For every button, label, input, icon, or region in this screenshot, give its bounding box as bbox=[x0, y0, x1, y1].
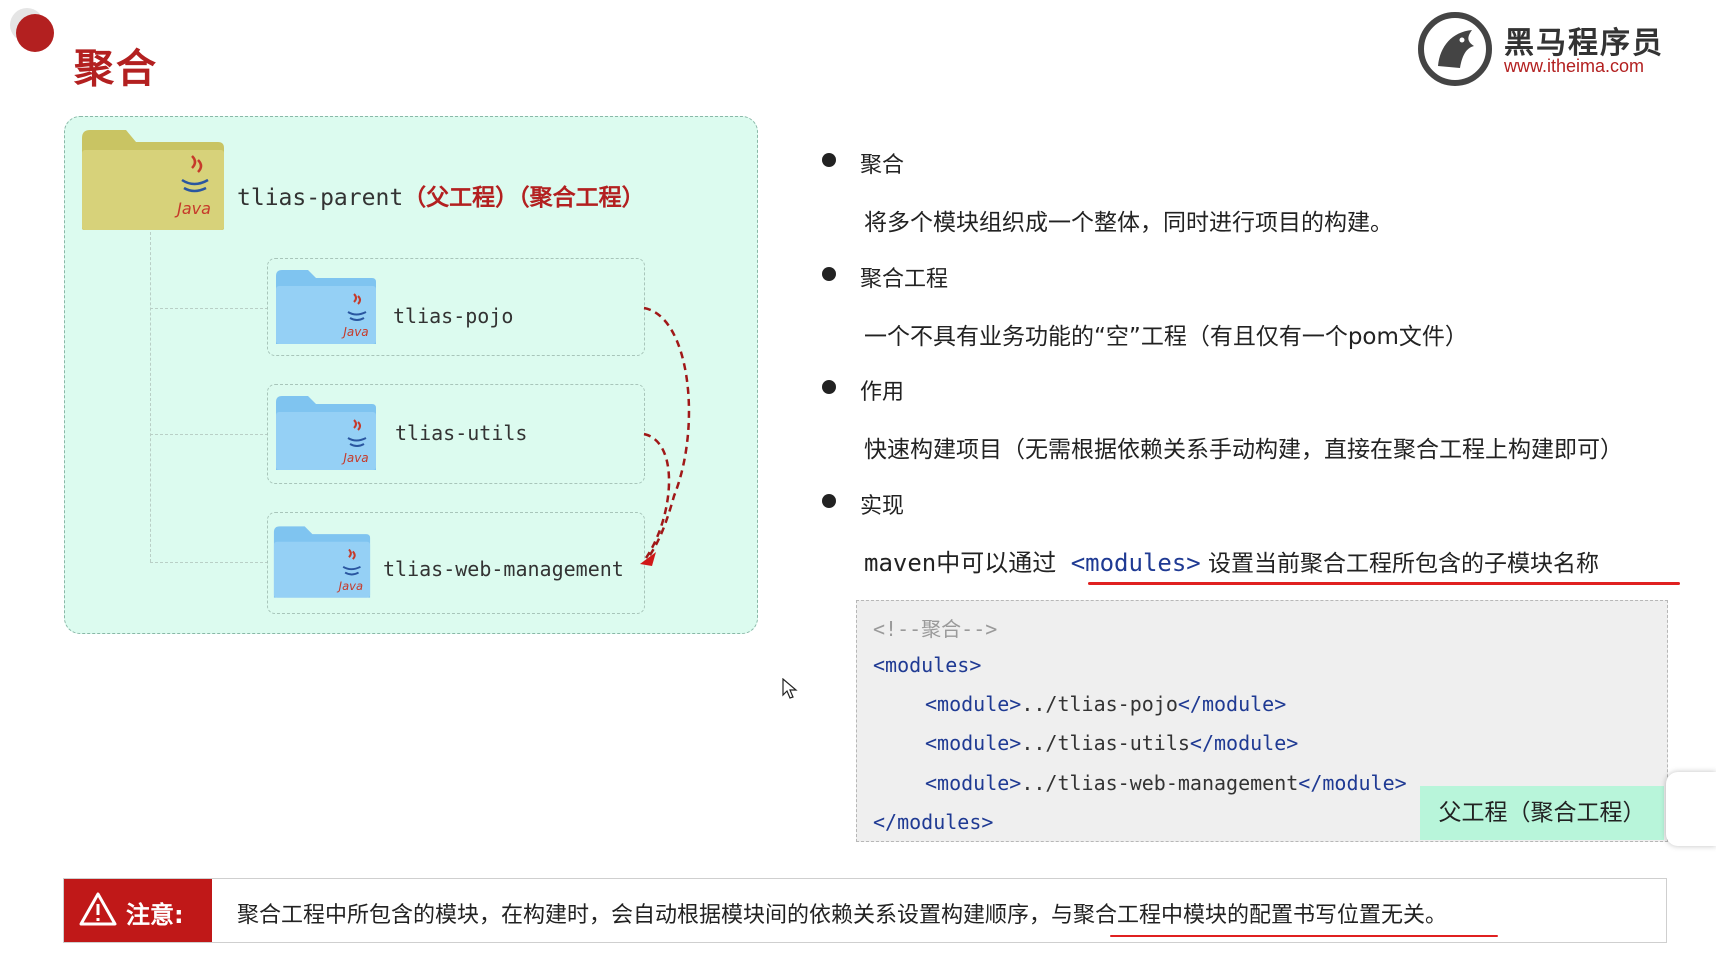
tree-branch-line bbox=[150, 562, 268, 563]
bullet-dot bbox=[822, 267, 836, 281]
bullet-body-implementation: maven中可以通过 <modules> 设置当前聚合工程所包含的子模块名称 bbox=[864, 543, 1599, 578]
horse-logo-icon bbox=[1418, 12, 1492, 86]
tree-branch-line bbox=[150, 308, 268, 309]
child-module-name: tlias-utils bbox=[395, 421, 528, 445]
bullet-dot bbox=[822, 153, 836, 167]
code-module-line: <module>../tlias-pojo</module> bbox=[925, 692, 1287, 716]
code-modules-open: <modules> bbox=[873, 653, 982, 677]
note-text: 聚合工程中所包含的模块，在构建时，会自动根据模块间的依赖关系设置构建顺序，与聚合… bbox=[237, 903, 1448, 928]
code-comment: <!--聚合--> bbox=[873, 617, 998, 641]
mouse-cursor-icon bbox=[782, 678, 798, 699]
child-folder-icon: Java bbox=[276, 396, 376, 470]
bullet-dot bbox=[822, 494, 836, 508]
child-folder-badge: Java bbox=[341, 451, 368, 465]
parent-project-overlay: 父工程（聚合工程） bbox=[1420, 786, 1664, 840]
maven-prefix: maven中可以通过 bbox=[864, 549, 1071, 577]
page-title: 聚合 bbox=[74, 46, 158, 92]
note-badge: 注意: bbox=[64, 879, 212, 942]
emphasis-underline bbox=[1088, 582, 1680, 585]
parent-module-label: tlias-parent（父工程）（聚合工程） bbox=[237, 178, 645, 212]
code-modules-close: </modules> bbox=[873, 810, 994, 834]
brand-logo: 黑马程序员 www.itheima.com bbox=[1418, 12, 1698, 86]
bullet-body: 将多个模块组织成一个整体，同时进行项目的构建。 bbox=[864, 210, 1393, 236]
note-underline bbox=[1110, 935, 1498, 937]
parent-folder-badge: Java bbox=[174, 199, 211, 218]
bullet-head: 作用 bbox=[860, 380, 905, 405]
parent-module-tag: （父工程）（聚合工程） bbox=[403, 185, 645, 211]
parent-module-name: tlias-parent bbox=[237, 185, 404, 211]
code-module-line: <module>../tlias-web-management</module> bbox=[925, 771, 1407, 795]
child-folder-badge: Java bbox=[337, 579, 363, 593]
child-folder-icon: Java bbox=[273, 526, 371, 598]
bullet-body: 快速构建项目（无需根据依赖关系手动构建，直接在聚合工程上构建即可） bbox=[864, 437, 1623, 463]
bullet-head: 实现 bbox=[860, 494, 905, 519]
child-folder-badge: Java bbox=[341, 325, 368, 339]
bullet-head: 聚合 bbox=[860, 153, 905, 178]
note-label: 注意: bbox=[126, 901, 184, 929]
child-module-name: tlias-web-management bbox=[383, 557, 624, 581]
modules-tag: <modules> bbox=[1070, 549, 1201, 577]
side-panel-tab[interactable] bbox=[1666, 772, 1716, 846]
warning-icon bbox=[79, 892, 117, 926]
dependency-arrows bbox=[640, 306, 691, 566]
bullet-dot bbox=[822, 380, 836, 394]
bullet-head: 聚合工程 bbox=[860, 267, 949, 292]
tree-trunk-line bbox=[150, 232, 151, 562]
code-module-line: <module>../tlias-utils</module> bbox=[925, 731, 1299, 755]
note-bar: 注意: 聚合工程中所包含的模块，在构建时，会自动根据模块间的依赖关系设置构建顺序… bbox=[63, 878, 1667, 943]
parent-folder-icon: Java bbox=[82, 130, 224, 230]
tree-branch-line bbox=[150, 434, 268, 435]
bullet-body: 一个不具有业务功能的“空”工程（有且仅有一个pom文件） bbox=[864, 324, 1468, 350]
bullet-suffix: 设置当前聚合工程所包含的子模块名称 bbox=[1200, 551, 1600, 577]
logo-url: www.itheima.com bbox=[1504, 56, 1645, 76]
child-folder-icon: Java bbox=[276, 270, 376, 344]
slide-marker-dot bbox=[16, 14, 54, 52]
child-module-name: tlias-pojo bbox=[393, 304, 514, 328]
